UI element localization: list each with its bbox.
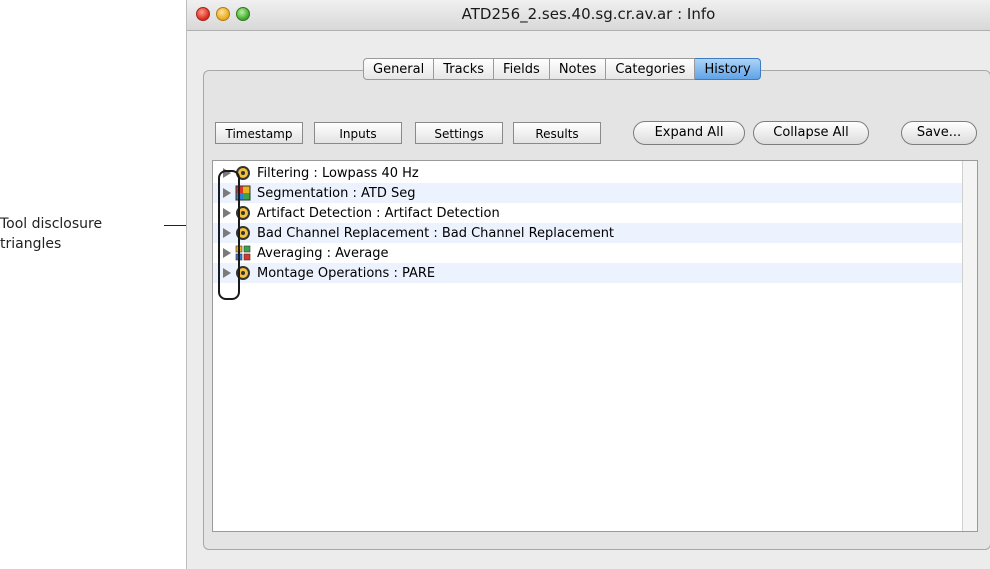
history-item[interactable]: Segmentation : ATD Seg <box>213 183 963 203</box>
history-item-label: Montage Operations : PARE <box>257 265 436 281</box>
tab-fields[interactable]: Fields <box>494 58 550 80</box>
history-item[interactable]: Filtering : Lowpass 40 Hz <box>213 163 963 183</box>
settings-button[interactable]: Settings <box>415 122 503 144</box>
window-title: ATD256_2.ses.40.sg.cr.av.ar : Info <box>461 5 716 23</box>
inputs-button[interactable]: Inputs <box>314 122 402 144</box>
history-list: Filtering : Lowpass 40 Hz Segmentation :… <box>212 160 978 532</box>
history-item[interactable]: Bad Channel Replacement : Bad Channel Re… <box>213 223 963 243</box>
tab-general[interactable]: General <box>363 58 435 80</box>
history-item-label: Segmentation : ATD Seg <box>257 185 416 201</box>
tab-bar: General Tracks Fields Notes Categories H… <box>363 58 761 82</box>
history-item-label: Artifact Detection : Artifact Detection <box>257 205 500 221</box>
collapse-all-button[interactable]: Collapse All <box>753 121 869 145</box>
history-item-label: Bad Channel Replacement : Bad Channel Re… <box>257 225 615 241</box>
history-item[interactable]: Artifact Detection : Artifact Detection <box>213 203 963 223</box>
history-item-label: Averaging : Average <box>257 245 389 261</box>
tab-history[interactable]: History <box>695 58 761 80</box>
tab-categories[interactable]: Categories <box>606 58 696 80</box>
title-bar[interactable]: ATD256_2.ses.40.sg.cr.av.ar : Info <box>187 0 990 31</box>
history-item[interactable]: Montage Operations : PARE <box>213 263 963 283</box>
expand-all-button[interactable]: Expand All <box>633 121 745 145</box>
annotation-bracket <box>218 170 240 300</box>
tab-tracks[interactable]: Tracks <box>434 58 495 80</box>
annotation-label: Tool disclosure triangles <box>0 216 103 252</box>
tab-notes[interactable]: Notes <box>549 58 607 80</box>
save-button[interactable]: Save... <box>901 121 977 145</box>
info-window: ATD256_2.ses.40.sg.cr.av.ar : Info Gener… <box>186 0 990 569</box>
vertical-scrollbar[interactable] <box>962 161 977 531</box>
history-item[interactable]: Averaging : Average <box>213 243 963 263</box>
history-toolbar: Timestamp Inputs Settings Results Expand… <box>187 121 990 146</box>
history-item-label: Filtering : Lowpass 40 Hz <box>257 165 419 181</box>
timestamp-button[interactable]: Timestamp <box>215 122 303 144</box>
results-button[interactable]: Results <box>513 122 601 144</box>
